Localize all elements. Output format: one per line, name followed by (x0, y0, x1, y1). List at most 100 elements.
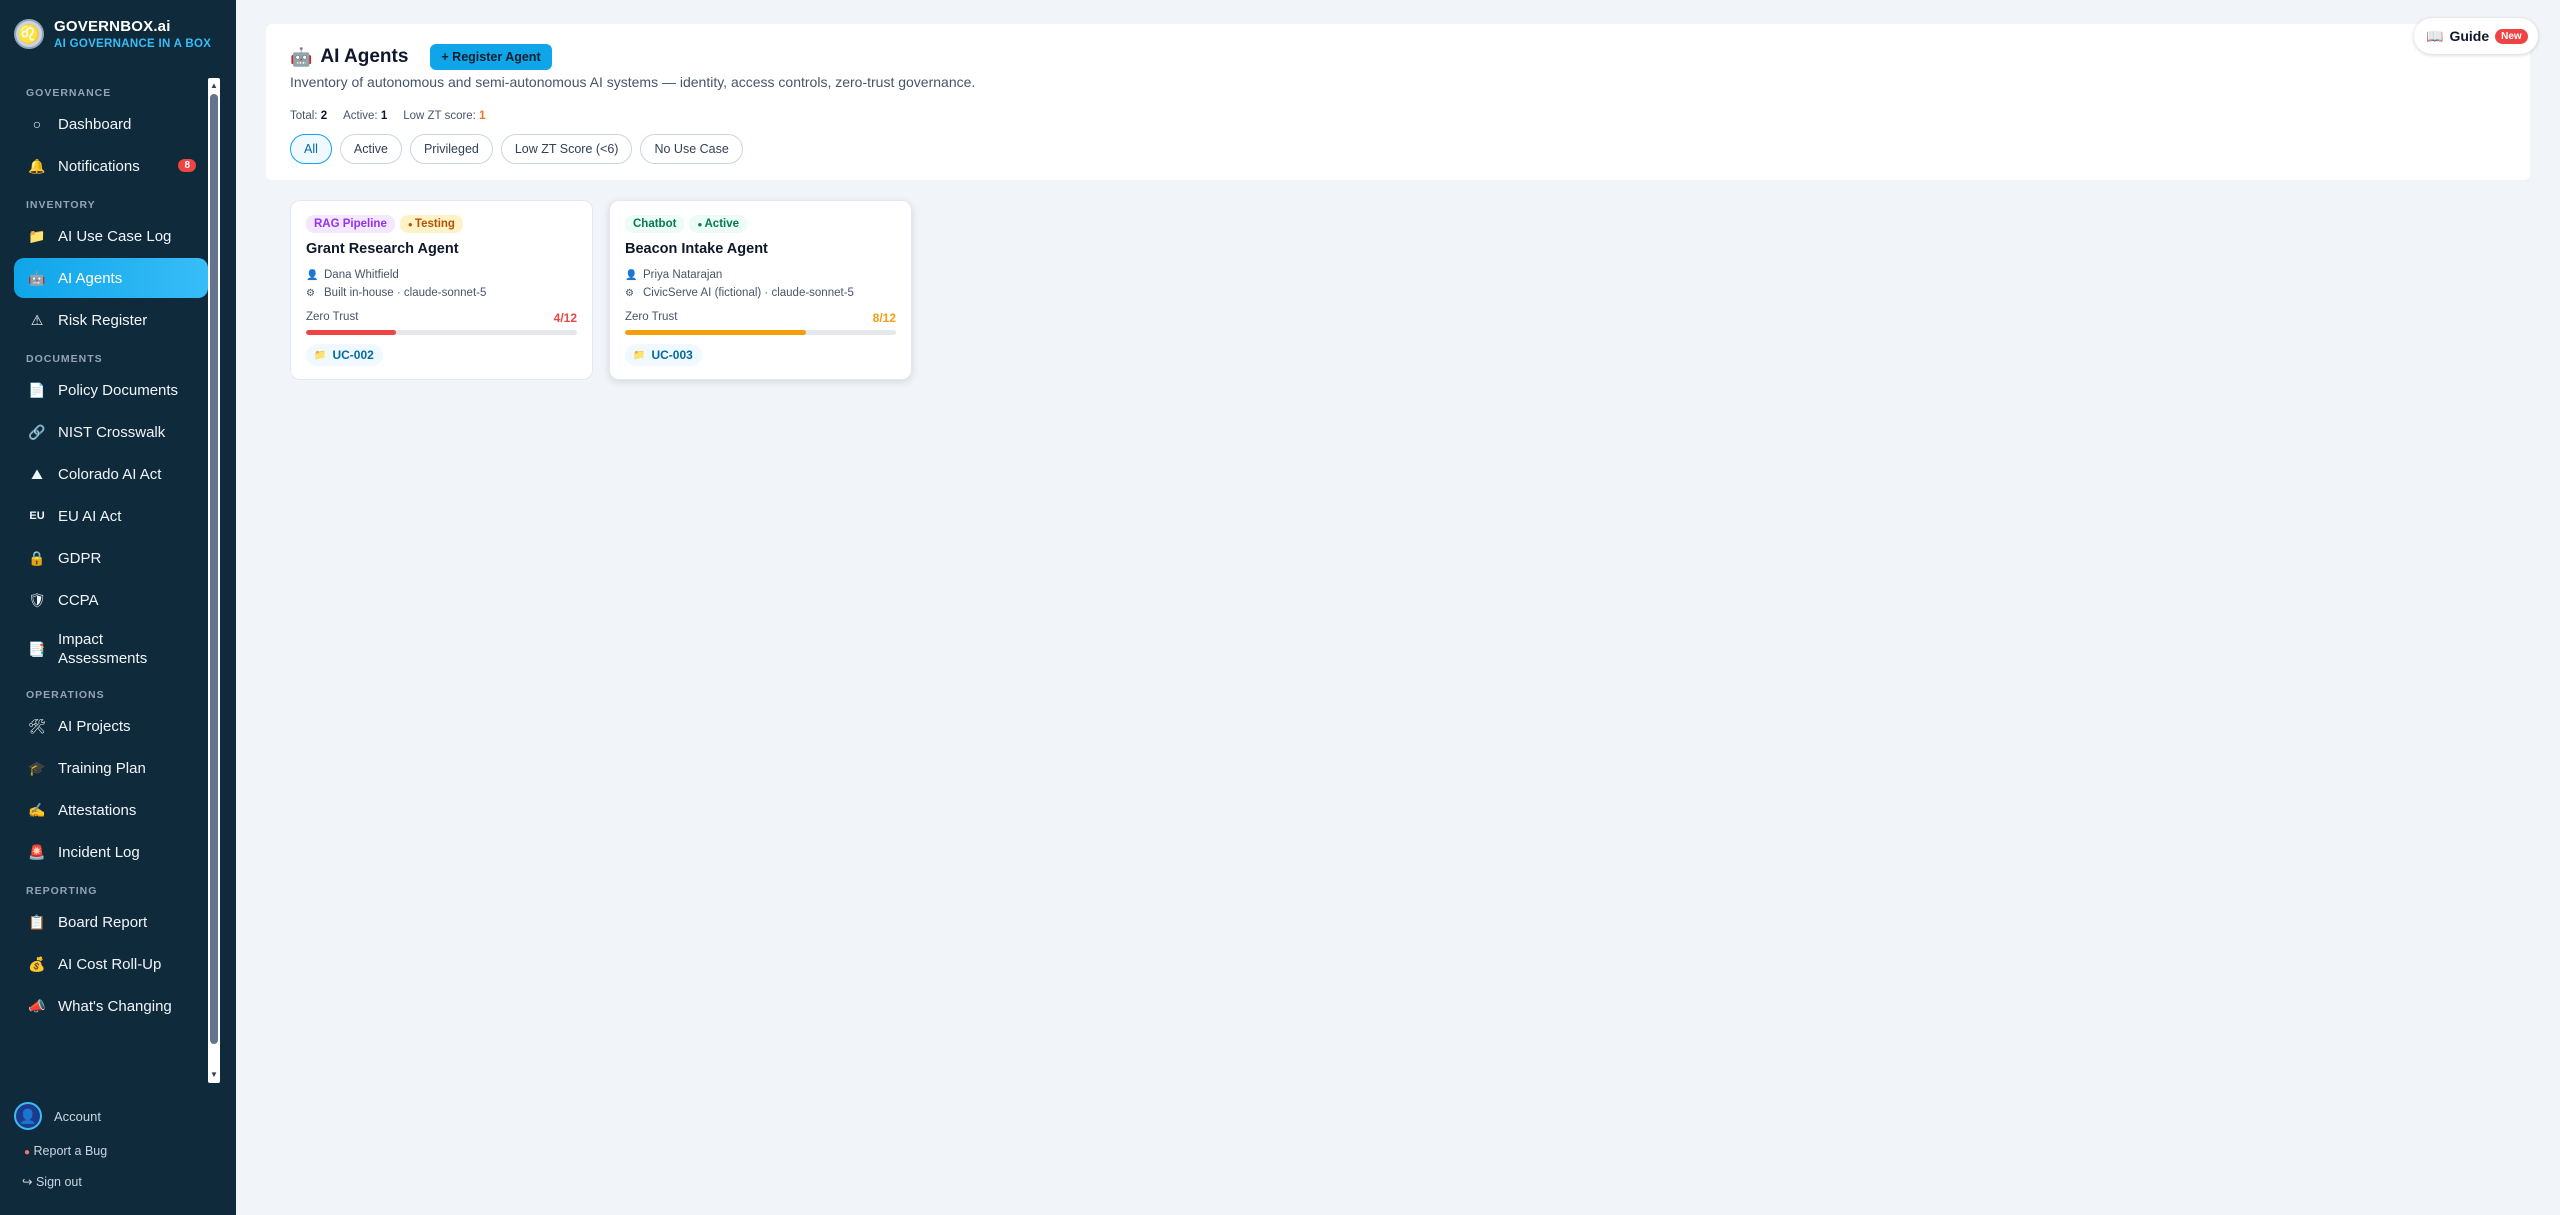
status-dot-icon: ● (407, 220, 415, 229)
page-subtitle: Inventory of autonomous and semi-autonom… (290, 74, 976, 90)
agent-type-tag: Chatbot (625, 215, 685, 233)
brand-tagline: AI GOVERNANCE IN A BOX (54, 38, 212, 50)
sidebar-item-label: Colorado AI Act (58, 465, 162, 483)
sidebar-item-label: AI Use Case Log (58, 227, 172, 245)
agent-status-tag: ● Active (689, 215, 748, 233)
mountain-icon: ⛰ (31, 465, 43, 482)
sidebar-item-board-report[interactable]: 📋 Board Report (14, 902, 208, 942)
agent-name[interactable]: Beacon Intake Agent (625, 241, 768, 257)
sidebar-item-label: Notifications (58, 157, 140, 175)
filter-chip-active[interactable]: Active (339, 134, 402, 164)
sidebar-nav: GOVERNANCE ○ Dashboard 🔔 Notifications 8 INVEN… (0, 82, 222, 1082)
person-icon: 👤 (306, 269, 319, 281)
filter-chip-low-zt-score-6[interactable]: Low ZT Score (<6) (500, 134, 633, 164)
sign-out-icon: ↪ (22, 1175, 33, 1189)
sidebar-item-label: Policy Documents (58, 381, 179, 399)
sidebar-item-ai-agents[interactable]: 🤖 AI Agents (14, 258, 208, 298)
sign-out-link[interactable]: ↪ Sign out (22, 1174, 82, 1189)
sidebar-item-training-plan[interactable]: 🎓 Training Plan (14, 748, 208, 788)
sidebar-item-label: Incident Log (58, 843, 140, 861)
sidebar-item-eu-ai-act[interactable]: EU EU AI Act (14, 496, 208, 536)
sidebar-item-ai-cost-roll-up[interactable]: 💰 AI Cost Roll-Up (14, 944, 208, 984)
link-icon: 🔗 (28, 423, 46, 440)
circle-icon: ○ (32, 116, 42, 132)
agent-type-tag: RAG Pipeline (306, 215, 395, 233)
agent-status-tag: ● Testing (399, 215, 463, 233)
agent-name[interactable]: Grant Research Agent (306, 241, 459, 257)
sidebar-item-gdpr[interactable]: 🔒 GDPR (14, 538, 208, 578)
robot-icon: 🤖 (290, 46, 313, 67)
stat-active-value: 1 (380, 110, 388, 122)
stat-active: Active: 1 (343, 110, 388, 122)
sidebar-item-notifications[interactable]: 🔔 Notifications 8 (14, 146, 208, 186)
sidebar-item-risk-register[interactable]: ⚠ Risk Register (14, 300, 208, 340)
report-bug-link[interactable]: ● Report a Bug (24, 1144, 107, 1158)
sidebar-item-label: Training Plan (58, 759, 146, 777)
filter-chips: All Active Privileged Low ZT Score (<6) No U… (290, 134, 743, 164)
agent-status-label: Testing (414, 218, 455, 230)
zero-trust-label: Zero Trust (625, 311, 678, 323)
sidebar-item-colorado-ai-act[interactable]: ⛰ Colorado AI Act (14, 454, 208, 494)
tools-icon: 🛠 (28, 717, 46, 734)
nav-section-title: GOVERNANCE (26, 87, 112, 99)
bug-icon: ● (24, 1147, 31, 1158)
agent-owner-name: Priya Natarajan (643, 269, 723, 281)
eu-icon: EU (29, 510, 45, 522)
folder-icon: 📁 (633, 349, 646, 361)
agent-status-label: Active (704, 218, 740, 230)
warning-icon: ⚠ (30, 311, 44, 328)
agent-card[interactable]: Chatbot ● Active Beacon Intake Agent 👤 Priya… (609, 200, 912, 380)
sidebar-item-label: Dashboard (58, 115, 132, 133)
agent-vendor-model-text: Built in-house · claude-sonnet-5 (324, 287, 487, 299)
use-case-id: UC-002 (332, 348, 374, 362)
scroll-down-arrow-icon[interactable]: ▼ (208, 1069, 220, 1081)
sidebar-item-impact-assessments[interactable]: 📑 Impact Assessments (14, 622, 208, 676)
agent-tags: Chatbot ● Active (625, 215, 748, 233)
nav-section-title: OPERATIONS (26, 689, 105, 701)
gear-icon: ⚙ (625, 287, 634, 299)
account-label: Account (54, 1108, 101, 1124)
sidebar-item-ai-use-case-log[interactable]: 📁 AI Use Case Log (14, 216, 208, 256)
money-bag-icon: 💰 (28, 955, 46, 972)
agent-owner: 👤 Priya Natarajan (625, 269, 722, 281)
zero-trust-progress-bar (306, 330, 577, 335)
shield-icon: 🛡 (28, 591, 46, 608)
account-menu[interactable]: 👤 Account (14, 1102, 101, 1130)
sidebar-item-label: Risk Register (58, 311, 148, 329)
sidebar-item-ai-projects[interactable]: 🛠 AI Projects (14, 706, 208, 746)
register-agent-button[interactable]: + Register Agent (430, 44, 552, 70)
sidebar-item-policy-documents[interactable]: 📄 Policy Documents (14, 370, 208, 410)
filter-chip-no-use-case[interactable]: No Use Case (640, 134, 743, 164)
sidebar-item-dashboard[interactable]: ○ Dashboard (14, 104, 208, 144)
use-case-link[interactable]: 📁 UC-003 (625, 344, 702, 366)
zero-trust-progress-fill (306, 330, 397, 335)
sidebar-scrollbar[interactable]: ▲ ▼ (208, 78, 220, 1083)
scroll-thumb[interactable] (210, 94, 218, 1044)
stat-total-value: 2 (320, 110, 328, 122)
person-icon: 👤 (625, 269, 638, 281)
page-header: 🤖 AI Agents + Register Agent Inventory o… (266, 24, 2530, 180)
gear-icon: ⚙ (306, 287, 315, 299)
brand[interactable]: ♌ GOVERNBOX.ai AI GOVERNANCE IN A BOX (14, 18, 211, 50)
clipboard-icon: 📋 (28, 913, 46, 930)
sidebar-item-incident-log[interactable]: 🚨 Incident Log (14, 832, 208, 872)
filter-chip-privileged[interactable]: Privileged (409, 134, 493, 164)
agent-vendor-model: ⚙ Built in-house · claude-sonnet-5 (306, 287, 486, 299)
graduation-cap-icon: 🎓 (28, 759, 46, 776)
sign-out-label: Sign out (35, 1175, 82, 1189)
scroll-up-arrow-icon[interactable]: ▲ (208, 80, 220, 92)
agent-card[interactable]: RAG Pipeline ● Testing Grant Research Agen… (290, 200, 593, 380)
nav-section-title: DOCUMENTS (26, 353, 103, 365)
folder-icon: 📁 (314, 349, 327, 361)
sidebar-item-what-s-changing[interactable]: 📣 What's Changing (14, 986, 208, 1026)
filter-chip-all[interactable]: All (290, 134, 332, 164)
guide-button[interactable]: 📖 Guide New (2414, 18, 2538, 54)
book-icon: 📖 (2426, 27, 2444, 44)
use-case-link[interactable]: 📁 UC-002 (306, 344, 383, 366)
sidebar-item-nist-crosswalk[interactable]: 🔗 NIST Crosswalk (14, 412, 208, 452)
use-case-id: UC-003 (651, 348, 693, 362)
document-icon: 📄 (28, 381, 46, 398)
sidebar-item-attestations[interactable]: ✍ Attestations (14, 790, 208, 830)
sidebar-item-ccpa[interactable]: 🛡 CCPA (14, 580, 208, 620)
sidebar-item-label: NIST Crosswalk (58, 423, 166, 441)
